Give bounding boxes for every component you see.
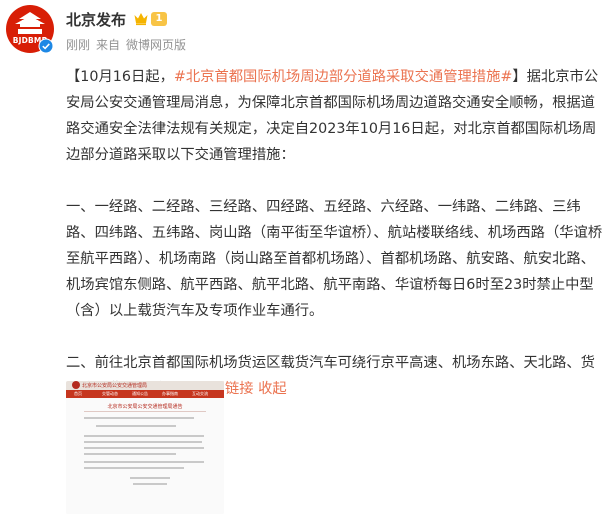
doc-text-line bbox=[96, 425, 176, 427]
author-name[interactable]: 北京发布 bbox=[66, 9, 126, 30]
doc-text-line bbox=[84, 447, 204, 449]
lead-open: 【10月16日起， bbox=[66, 69, 174, 85]
lead-paragraph: 【10月16日起，#北京首都国际机场周边部分道路采取交通管理措施#】据北京市公安… bbox=[66, 64, 606, 168]
doc-text-line bbox=[84, 453, 176, 455]
doc-nav-item: 办事指南 bbox=[162, 391, 178, 396]
collapse-link[interactable]: 收起 bbox=[258, 381, 287, 397]
notice-document-image: 北京市公安局公安交通管理局 首页 交管动态 通知公告 办事指南 互动交流 北京市… bbox=[66, 381, 224, 514]
doc-brand: 北京市公安局公安交通管理局 bbox=[82, 383, 148, 389]
doc-text-line bbox=[84, 467, 184, 469]
post-content: 【10月16日起，#北京首都国际机场周边部分道路采取交通管理措施#】据北京市公安… bbox=[66, 64, 606, 402]
image-preview[interactable]: 北京市公安局公安交通管理局 首页 交管动态 通知公告 办事指南 互动交流 北京市… bbox=[66, 381, 224, 514]
doc-text-line bbox=[84, 441, 202, 443]
verified-badge-icon bbox=[38, 38, 54, 54]
post-source: 微博网页版 bbox=[126, 38, 187, 52]
doc-title: 北京市公安局公安交通管理局通告 bbox=[107, 404, 183, 410]
doc-text-line bbox=[84, 435, 204, 437]
doc-nav-item: 通知公告 bbox=[132, 391, 148, 396]
topic-hashtag[interactable]: #北京首都国际机场周边部分道路采取交通管理措施# bbox=[174, 69, 513, 85]
paragraph-one: 一、一经路、二经路、三经路、四经路、五经路、六经路、一纬路、二纬路、三纬路、四纬… bbox=[66, 199, 603, 319]
doc-nav-item: 首页 bbox=[74, 391, 82, 396]
doc-divider bbox=[84, 411, 206, 412]
doc-text-line bbox=[130, 477, 170, 479]
doc-text-line bbox=[84, 461, 204, 463]
post-meta: 刚刚 来自 微博网页版 bbox=[66, 36, 192, 53]
doc-text-line bbox=[84, 417, 194, 419]
crown-icon bbox=[134, 13, 148, 26]
post-header: BJDBMP 北京发布 1 刚刚 来自 微博网页版 bbox=[0, 0, 608, 60]
doc-nav-item: 交管动态 bbox=[102, 391, 118, 396]
post-time[interactable]: 刚刚 bbox=[66, 38, 90, 52]
doc-text-line bbox=[133, 483, 167, 485]
source-prefix: 来自 bbox=[96, 38, 121, 52]
level-badge: 1 bbox=[151, 12, 167, 26]
doc-nav-item: 互动交流 bbox=[192, 391, 208, 396]
police-emblem-icon bbox=[72, 381, 80, 389]
